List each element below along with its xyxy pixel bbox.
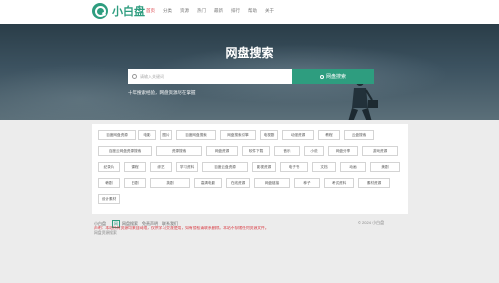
tag-chip[interactable]: 动画 [340, 162, 366, 172]
tag-chip[interactable]: 网盘分享 [328, 146, 358, 156]
tag-chip[interactable]: 学习资料 [176, 162, 198, 172]
tag-chip[interactable]: 小说 [304, 146, 324, 156]
nav-item[interactable]: 分类 [163, 8, 172, 14]
hot-tags-panel: 百度网盘资源 电影 图片 百度网盘搜索 网盘搜索引擎 电视剧 动漫资源 教程 云盘搜索百度云网盘… [92, 124, 408, 214]
search-input[interactable]: 请输入关键词 [128, 69, 292, 84]
site-logo[interactable]: 小白盘 [92, 3, 145, 19]
tag-chip[interactable]: 网盘资源 [206, 146, 238, 156]
nav-item-home[interactable]: 首页 [146, 8, 155, 14]
nav-item[interactable]: 热门 [197, 8, 206, 14]
tag-chip[interactable]: 云盘搜索 [344, 130, 374, 140]
tag-chip[interactable]: 网盘搜索引擎 [220, 130, 256, 140]
tag-chip[interactable]: 韩剧 [98, 178, 120, 188]
search-button[interactable]: 网盘搜索 [292, 69, 374, 84]
search-icon [132, 74, 137, 79]
hero-banner: 网盘搜索 请输入关键词 网盘搜索 十年搜索经验，网盘资源尽在掌握 [0, 24, 499, 120]
tag-chip[interactable]: 高清电影 [194, 178, 222, 188]
tag-chip[interactable]: 百度云盘资源 [202, 162, 248, 172]
tag-chip[interactable]: 动漫资源 [282, 130, 314, 140]
tag-chip[interactable]: 影视资源 [252, 162, 276, 172]
tag-chip[interactable]: 资源搜索 [156, 146, 202, 156]
tag-chip[interactable]: 课程 [124, 162, 146, 172]
main-nav: 首页 分类 资源 热门 最新 排行 帮助 关于 [146, 8, 274, 14]
nav-item[interactable]: 资源 [180, 8, 189, 14]
tag-chip[interactable]: 美剧 [370, 162, 400, 172]
search-logo-icon [92, 3, 108, 19]
nav-item[interactable]: 关于 [265, 8, 274, 14]
tag-chip[interactable]: 百度网盘资源 [98, 130, 136, 140]
tag-chip[interactable]: 音乐 [274, 146, 300, 156]
tag-chip[interactable]: 纪录片 [98, 162, 120, 172]
nav-item[interactable]: 最新 [214, 8, 223, 14]
hero-title: 网盘搜索 [225, 46, 274, 60]
tag-chip[interactable]: 游戏资源 [362, 146, 398, 156]
tag-chip[interactable]: 种子 [294, 178, 320, 188]
tag-chip[interactable]: 百度云网盘资源搜索 [98, 146, 152, 156]
footer-note: 网盘资源搜索 [94, 231, 117, 235]
tag-chip[interactable]: 图片 [160, 130, 172, 140]
hero-subtitle: 十年搜索经验，网盘资源尽在掌握 [128, 90, 196, 95]
tag-chip[interactable]: 网盘链接 [254, 178, 290, 188]
tag-chip[interactable]: 电子书 [280, 162, 308, 172]
nav-item[interactable]: 排行 [231, 8, 240, 14]
tag-chip[interactable]: 日剧 [124, 178, 146, 188]
site-name: 小白盘 [112, 5, 145, 18]
tag-chip[interactable]: 电影 [138, 130, 156, 140]
top-header: 小白盘 首页 分类 资源 热门 最新 排行 帮助 关于 [0, 0, 499, 24]
search-placeholder: 请输入关键词 [140, 73, 164, 79]
tag-chip[interactable]: 文档 [312, 162, 336, 172]
tag-chip[interactable]: 在线资源 [226, 178, 250, 188]
tag-chip[interactable]: 教程 [318, 130, 340, 140]
tag-chip[interactable]: 设计素材 [98, 194, 120, 204]
tag-chip[interactable]: 综艺 [150, 162, 172, 172]
tag-chip[interactable]: 软件下载 [242, 146, 270, 156]
tag-chip[interactable]: 百度网盘搜索 [176, 130, 216, 140]
search-icon [319, 74, 324, 79]
tag-chip[interactable]: 素材资源 [358, 178, 390, 188]
tag-chip[interactable]: 考试资料 [324, 178, 354, 188]
tag-chip[interactable]: 电视剧 [260, 130, 278, 140]
footer-disclaimer: 声明：本站所有资源均来自网络，仅供学习交流使用，如有侵权请联系删除。本站不存储任… [94, 226, 269, 230]
tag-chip[interactable]: 英剧 [150, 178, 190, 188]
nav-item[interactable]: 帮助 [248, 8, 257, 14]
search-button-label: 网盘搜索 [325, 74, 346, 80]
